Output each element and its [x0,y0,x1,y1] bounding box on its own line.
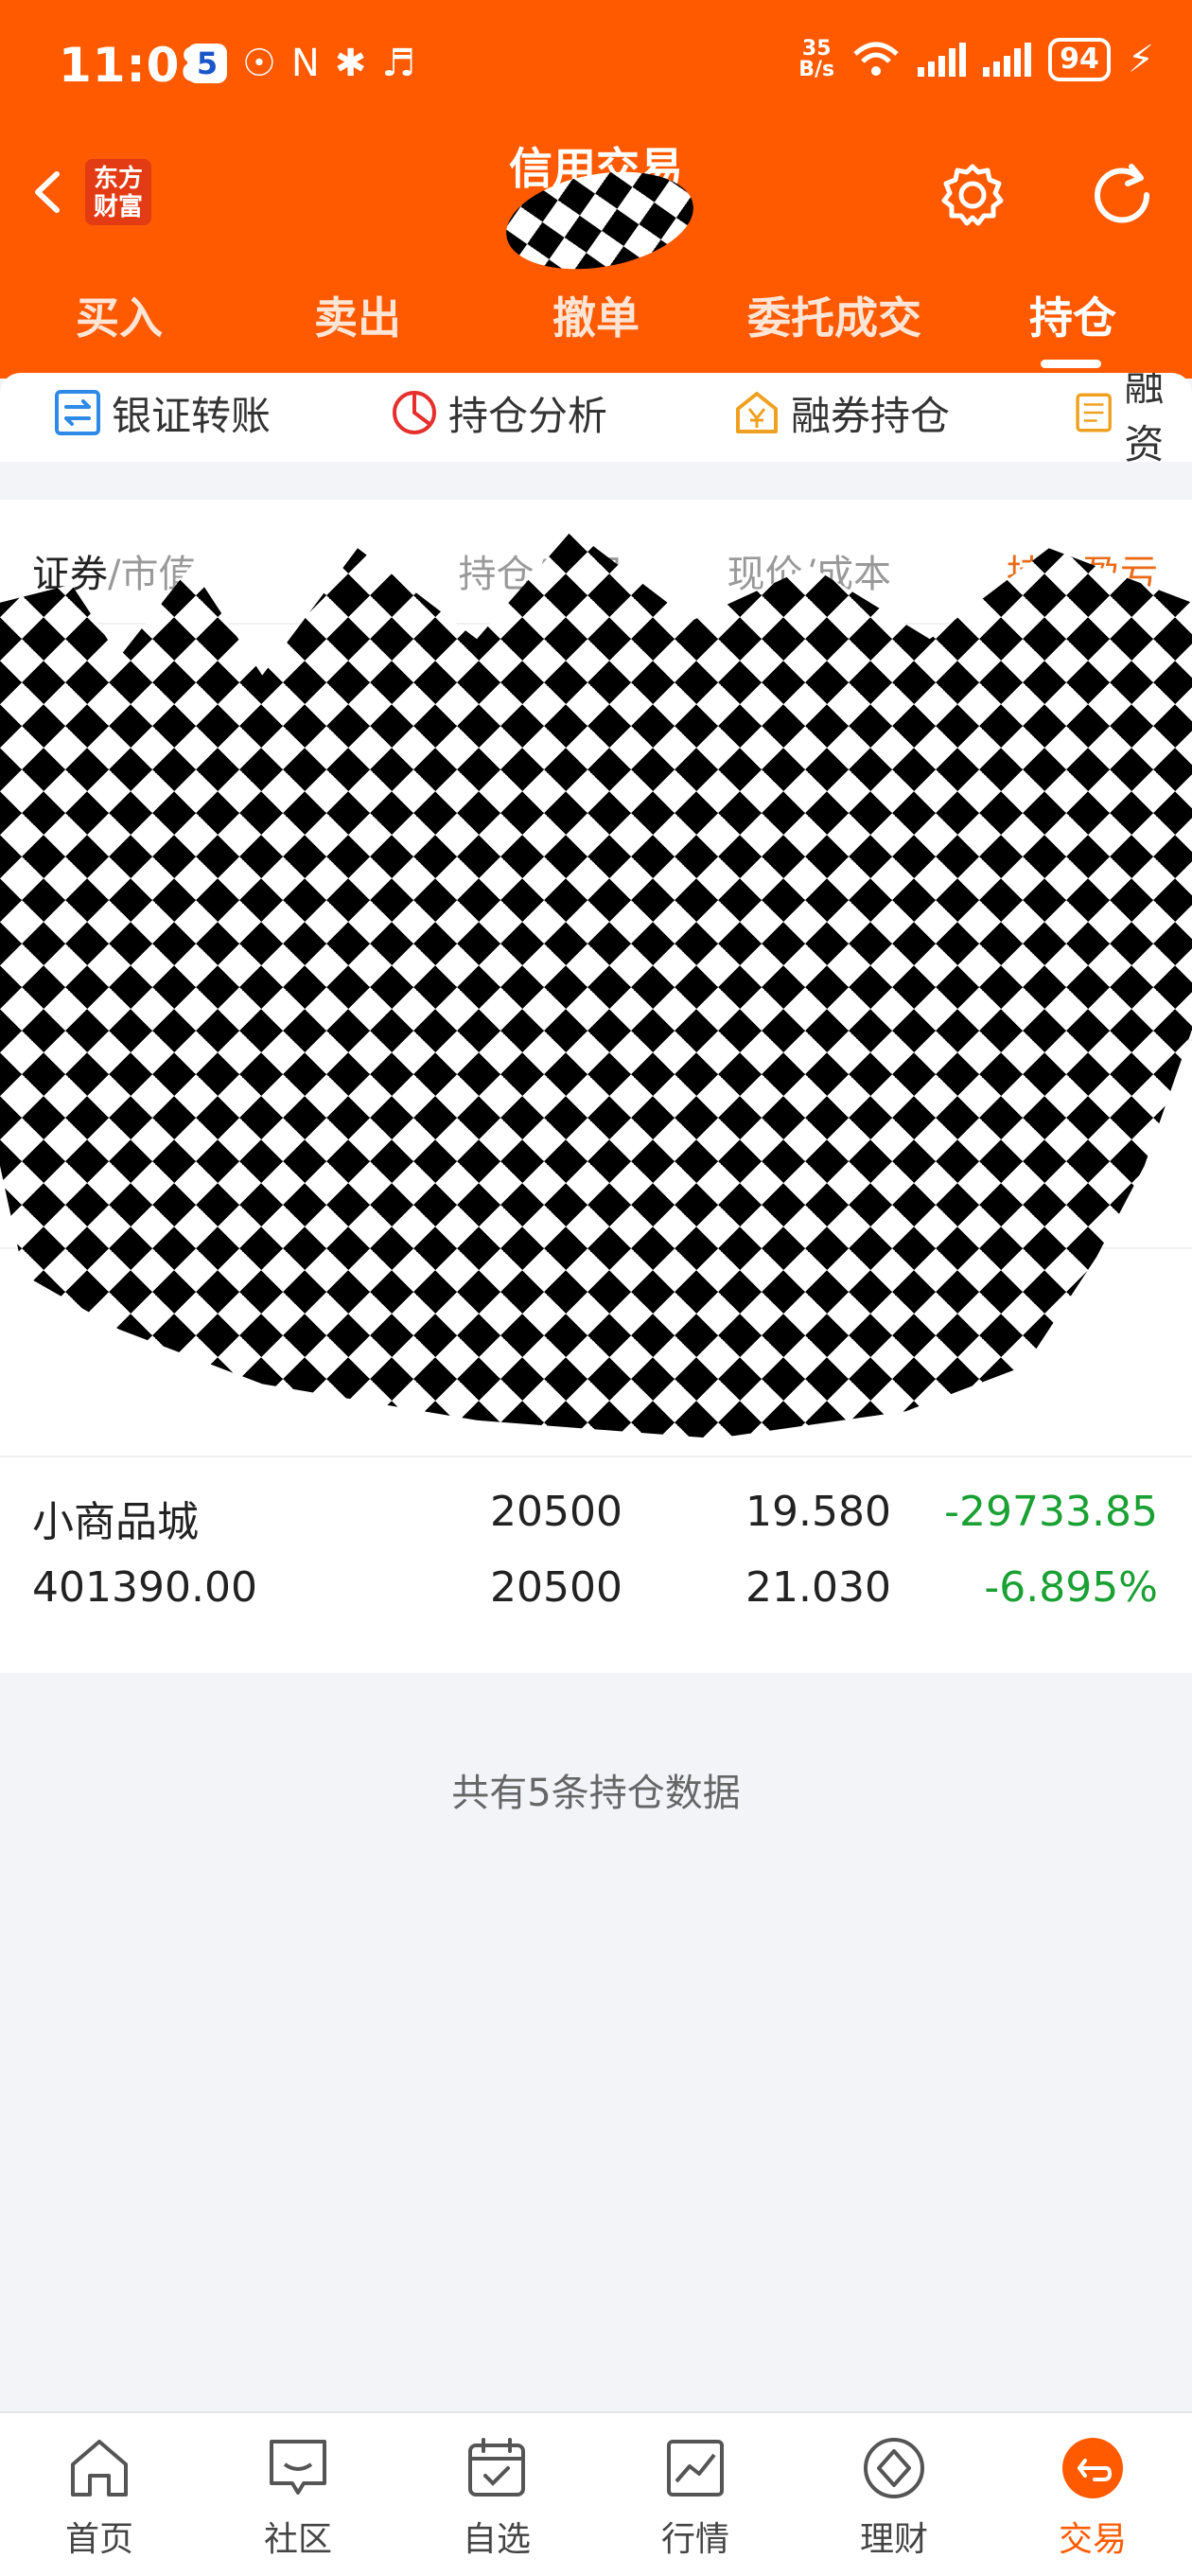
document-icon [1076,393,1112,432]
status-icons-left: 5 ☉ N ✱ ♬ [187,42,415,85]
nav-label: 自选 [462,2520,531,2559]
nav-label: 交易 [1058,2520,1127,2559]
pie-chart-icon [393,391,436,434]
market-value: 401390.00 [32,1563,257,1612]
refresh-icon[interactable] [1084,157,1160,233]
tab-sell[interactable]: 卖出 [238,284,477,346]
eye-icon: ☉ [242,42,276,85]
nav-market[interactable]: 行情 [596,2432,795,2561]
tab-cancel[interactable]: 撤单 [477,284,715,346]
net-speed: 35 B/s [798,39,834,80]
nav-community[interactable]: 社区 [199,2432,397,2561]
tab-positions[interactable]: 持仓 [954,284,1192,346]
tool-label: 持仓分析 [448,392,608,439]
diamond-icon [864,2438,924,2498]
chat-icon [270,2440,326,2495]
home-icon [71,2440,128,2497]
tab-buy[interactable]: 买入 [0,284,238,346]
signal-icon-2 [983,43,1032,77]
status-bar: 11:08 5 ☉ N ✱ ♬ 35 B/s 94 ⚡ [0,0,1192,132]
security-name: 小商品城 [32,1498,199,1546]
pnl-amount: -29733.85 [944,1488,1158,1536]
quick-tools-bar: 银证转账 持仓分析 融券持仓 融资 [0,373,1192,462]
nav-home[interactable]: 首页 [0,2432,199,2561]
transfer-icon [55,390,100,435]
nav-label: 首页 [64,2520,133,2559]
nfc-icon: N [290,42,320,85]
battery-icon: 94 [1048,38,1111,81]
redaction-scribble [0,530,1192,1438]
nav-trade[interactable]: 交易 [993,2432,1192,2561]
net-speed-unit: B/s [798,58,835,81]
nav-wealth[interactable]: 理财 [795,2432,993,2561]
tool-position-analysis[interactable]: 持仓分析 [390,384,607,441]
current-price: 19.580 [745,1488,891,1536]
charging-icon: ⚡ [1127,38,1154,81]
active-tab-indicator [1041,360,1101,368]
bluetooth-icon: ✱ [334,42,367,85]
tool-label: 银证转账 [112,392,272,439]
pnl-percent: -6.895% [984,1563,1158,1612]
trade-icon [1062,2438,1123,2498]
nav-watchlist[interactable]: 自选 [397,2432,596,2561]
app-header: 11:08 5 ☉ N ✱ ♬ 35 B/s 94 ⚡ 东方 财富 信用交易 买… [0,0,1192,379]
tool-margin-positions[interactable]: 融资 [1073,373,1192,462]
available-qty: 20500 [490,1563,622,1612]
calendar-check-icon [468,2438,525,2497]
app-badge-icon: 5 [187,44,227,83]
tool-bank-transfer[interactable]: 银证转账 [53,384,271,441]
trade-tabs: 买入 卖出 撤单 委托成交 持仓 [0,284,1192,360]
positions-count-note: 共有5条持仓数据 [451,1772,741,1815]
nav-label: 社区 [263,2520,332,2559]
tool-label: 融资 [1124,373,1165,462]
cost-price: 21.030 [745,1563,891,1612]
bottom-nav: 首页 社区 自选 行情 理财 交易 [0,2411,1192,2576]
nav-label: 行情 [660,2520,729,2559]
signal-icon [918,43,967,77]
yen-house-icon [736,392,778,433]
table-row[interactable]: 小商品城 401390.00 20500 20500 19.580 21.030… [0,1456,1192,1666]
holding-qty: 20500 [490,1488,622,1536]
status-icons-right: 35 B/s 94 ⚡ [798,38,1154,81]
tab-orders[interactable]: 委托成交 [715,284,954,346]
nav-label: 理财 [859,2520,928,2559]
mute-bell-icon: ♬ [381,42,416,85]
tool-label: 融券持仓 [791,392,951,439]
net-speed-value: 35 [801,37,832,61]
trend-chart-icon [667,2440,724,2497]
wifi-icon [853,42,899,76]
gear-icon[interactable] [937,159,1008,231]
tool-short-positions[interactable]: 融券持仓 [732,384,950,441]
logo-line2: 财富 [93,193,143,221]
